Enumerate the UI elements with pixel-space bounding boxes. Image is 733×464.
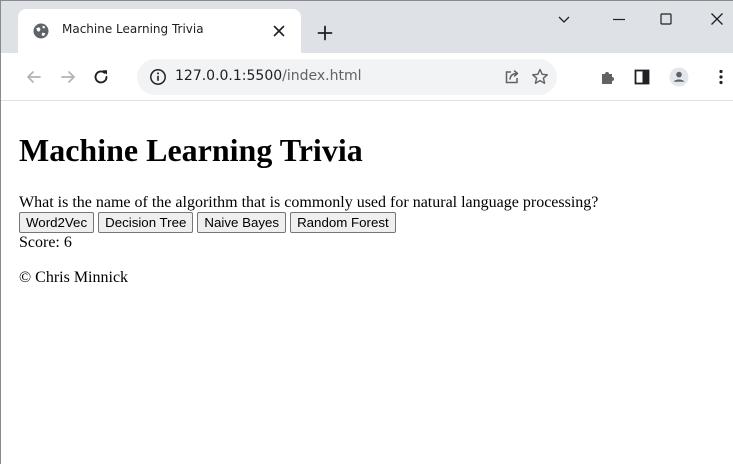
reload-icon[interactable] — [91, 67, 111, 87]
extensions-icon[interactable] — [598, 67, 618, 87]
url-text[interactable]: 127.0.0.1:5500/index.html — [175, 68, 362, 84]
answer-button-decision-tree[interactable]: Decision Tree — [98, 212, 194, 233]
back-arrow-icon[interactable] — [24, 67, 44, 87]
browser-window: Machine Learning Trivia 127.0.0.1:5500/i… — [0, 0, 733, 464]
forward-arrow-icon[interactable] — [58, 67, 78, 87]
globe-icon — [33, 23, 49, 39]
answer-buttons: Word2Vec Decision Tree Naive Bayes Random F… — [19, 212, 729, 234]
close-icon[interactable] — [707, 9, 727, 29]
answer-button-word2vec[interactable]: Word2Vec — [19, 212, 95, 233]
page-title: Machine Learning Trivia — [19, 132, 363, 168]
page-content: Machine Learning Trivia What is the name… — [19, 102, 729, 287]
url-path: /index.html — [282, 68, 362, 84]
question-text: What is the name of the algorithm that i… — [19, 194, 599, 211]
tab-machine-learning-trivia[interactable]: Machine Learning Trivia — [18, 9, 301, 53]
chevron-down-icon[interactable] — [554, 9, 574, 29]
address-bar[interactable]: 127.0.0.1:5500/index.html — [137, 59, 557, 95]
minimize-icon[interactable] — [609, 9, 629, 29]
close-icon[interactable] — [271, 23, 287, 39]
score-text: Score: 6 — [19, 234, 72, 251]
share-icon[interactable] — [502, 67, 522, 87]
tab-title: Machine Learning Trivia — [62, 22, 204, 36]
url-host: 127.0.0.1:5500 — [175, 68, 283, 84]
answer-button-naive-bayes[interactable]: Naive Bayes — [197, 212, 287, 233]
plus-icon[interactable] — [317, 25, 333, 41]
star-icon[interactable] — [530, 67, 550, 87]
answer-button-random-forest[interactable]: Random Forest — [290, 212, 396, 233]
browser-toolbar: 127.0.0.1:5500/index.html — [1, 53, 733, 101]
profile-icon[interactable] — [669, 67, 689, 87]
kebab-menu-icon[interactable] — [711, 67, 731, 87]
side-panel-icon[interactable] — [632, 67, 652, 87]
tab-strip: Machine Learning Trivia — [1, 1, 733, 53]
maximize-icon[interactable] — [656, 9, 676, 29]
info-icon[interactable] — [149, 68, 167, 86]
copyright-footer: © Chris Minnick — [19, 269, 129, 286]
